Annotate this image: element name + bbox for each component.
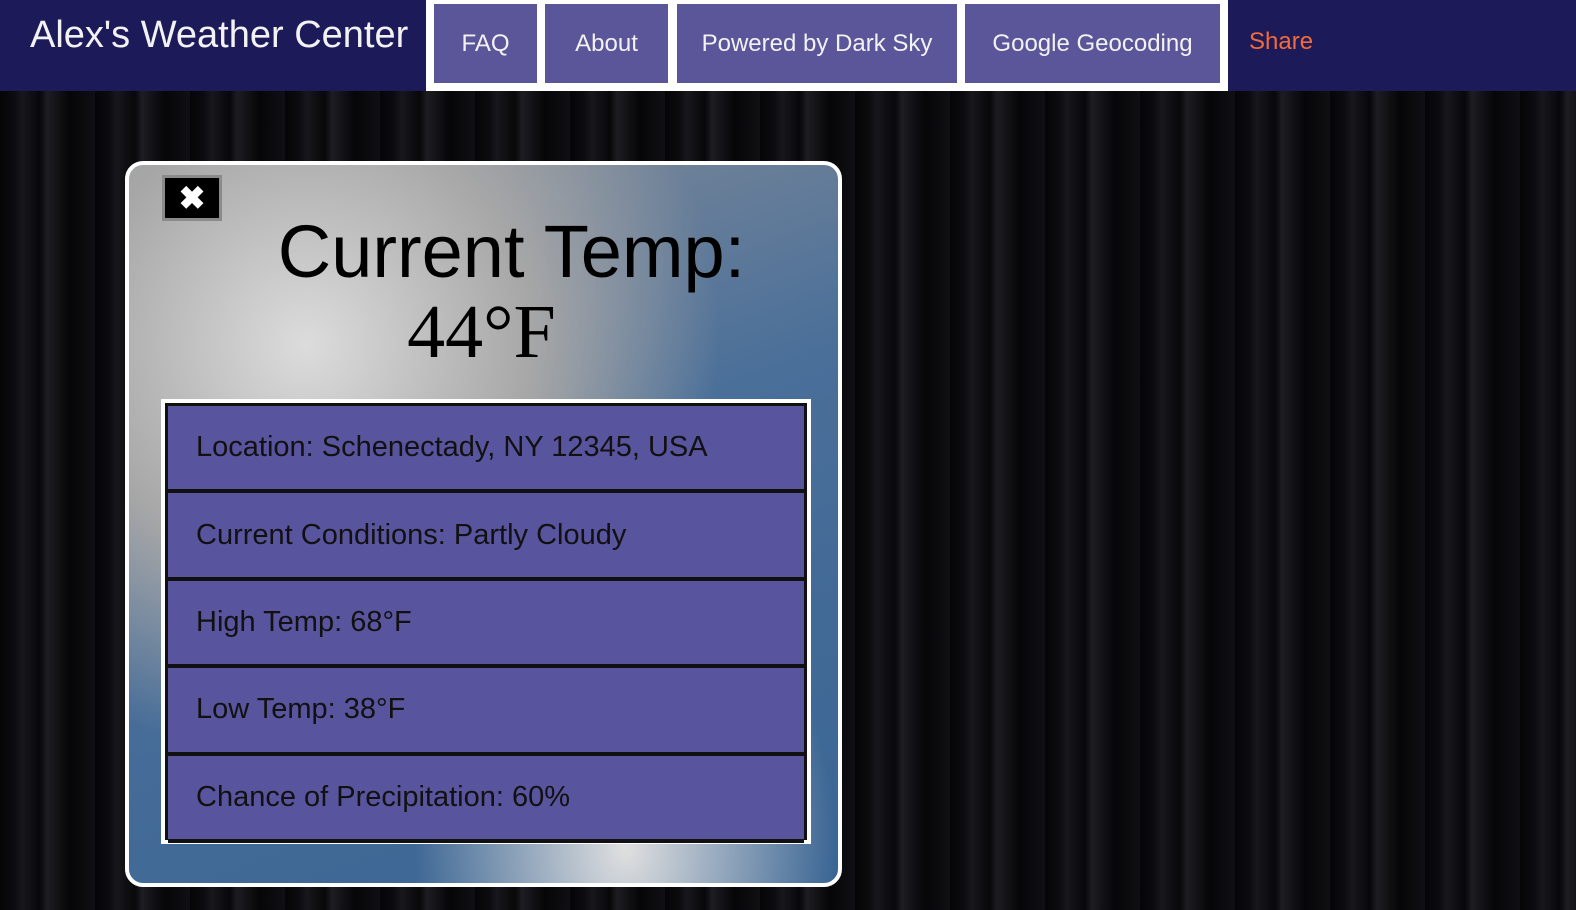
weather-card: ✖ Current Temp: 44°F Location: Schenecta…	[125, 161, 842, 887]
top-navbar: Alex's Weather Center FAQ About Powered …	[0, 0, 1576, 91]
low-temp-row: Low Temp: 38°F	[168, 668, 804, 756]
share-link[interactable]: Share	[1249, 28, 1313, 56]
weather-details-list: Location: Schenectady, NY 12345, USA Cur…	[161, 399, 811, 844]
conditions-row: Current Conditions: Partly Cloudy	[168, 493, 804, 581]
google-geocoding-button[interactable]: Google Geocoding	[965, 4, 1220, 83]
precipitation-row: Chance of Precipitation: 60%	[168, 755, 804, 843]
location-row: Location: Schenectady, NY 12345, USA	[168, 406, 804, 494]
nav-button-group: FAQ About Powered by Dark Sky Google Geo…	[426, 0, 1228, 91]
site-brand[interactable]: Alex's Weather Center	[30, 14, 408, 57]
current-temp-label: Current Temp:	[277, 210, 746, 293]
about-button[interactable]: About	[545, 4, 668, 83]
faq-button[interactable]: FAQ	[434, 4, 537, 83]
dark-sky-button[interactable]: Powered by Dark Sky	[677, 4, 957, 83]
high-temp-row: High Temp: 68°F	[168, 580, 804, 669]
current-temp-value: 44°F	[407, 290, 556, 374]
